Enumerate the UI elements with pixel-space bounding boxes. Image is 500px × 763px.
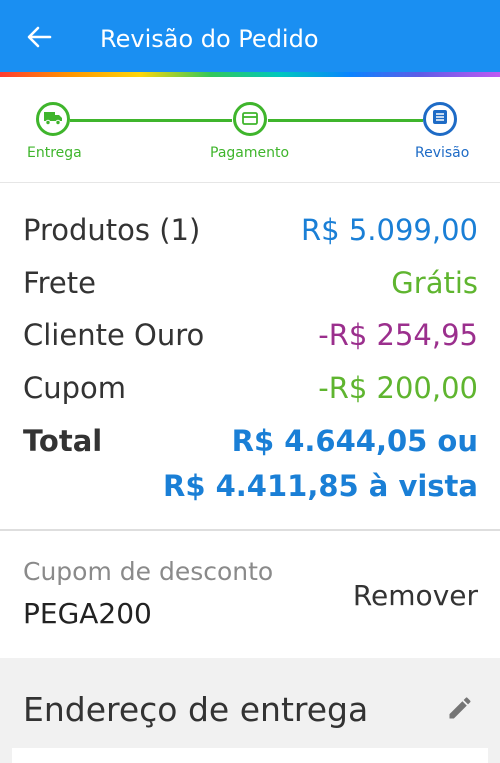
credit-card-icon [242, 110, 258, 129]
coupon-section: Cupom de desconto PEGA200 Remover [0, 531, 500, 658]
delivery-address-section: Endereço de entrega [0, 658, 500, 763]
total-value-cash: R$ 4.411,85 à vista [162, 469, 478, 503]
step-pagamento[interactable] [233, 102, 267, 136]
shipping-label: Frete [23, 266, 96, 300]
rainbow-divider [0, 72, 500, 77]
remove-coupon-button[interactable]: Remover [353, 579, 478, 612]
back-arrow-icon[interactable] [26, 24, 52, 50]
total-label: Total [23, 424, 103, 458]
address-card[interactable] [12, 748, 488, 763]
products-label: Produtos (1) [23, 213, 201, 247]
total-value-installments: R$ 4.644,05 ou [231, 424, 478, 458]
products-value: R$ 5.099,00 [301, 213, 478, 247]
coupon-field-label: Cupom de desconto [23, 557, 274, 586]
list-icon [432, 109, 448, 129]
step-label-entrega: Entrega [27, 145, 82, 161]
step-connector-2 [268, 119, 423, 122]
address-section-title: Endereço de entrega [23, 690, 369, 729]
app-bar: Revisão do Pedido [0, 0, 500, 74]
page-title: Revisão do Pedido [100, 25, 319, 53]
step-revisao[interactable] [423, 102, 457, 136]
step-connector-1 [70, 119, 232, 122]
gold-discount-label: Cliente Ouro [23, 318, 205, 352]
checkout-stepper: Entrega Pagamento Revisão [0, 78, 500, 183]
pencil-icon[interactable] [446, 694, 474, 722]
step-label-pagamento: Pagamento [210, 145, 290, 161]
truck-icon [44, 110, 62, 129]
gold-discount-value: -R$ 254,95 [318, 318, 478, 352]
shipping-value: Grátis [391, 266, 478, 300]
step-label-revisao: Revisão [415, 145, 470, 161]
coupon-discount-label: Cupom [23, 371, 127, 405]
coupon-code: PEGA200 [23, 597, 152, 630]
step-entrega[interactable] [36, 102, 70, 136]
coupon-discount-value: -R$ 200,00 [318, 371, 478, 405]
order-summary: Produtos (1) R$ 5.099,00 Frete Grátis Cl… [0, 183, 500, 529]
